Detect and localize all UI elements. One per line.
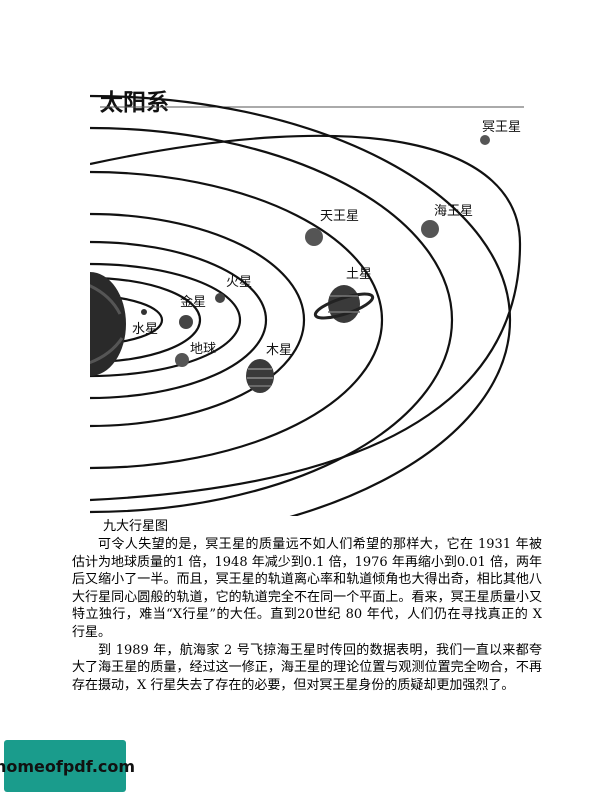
mars-icon xyxy=(215,293,225,303)
figure-caption: 九大行星图 xyxy=(103,519,169,534)
paragraph: 可令人失望的是，冥王星的质量远不如人们希望的那样大，它在 1931 年被估计为地… xyxy=(72,537,542,640)
solar-system-diagram: 太阳系 水星 金星 地球 火星 木星 土星 天王星 海王星 冥王星 xyxy=(90,90,524,516)
body-text: 可令人失望的是，冥王星的质量远不如人们希望的那样大，它在 1931 年被估计为地… xyxy=(72,536,542,694)
venus-icon xyxy=(179,315,193,329)
label-saturn: 土星 xyxy=(346,267,372,282)
label-neptune: 海王星 xyxy=(434,204,473,219)
label-jupiter: 木星 xyxy=(266,343,292,358)
orbit-uranus xyxy=(90,126,453,514)
pluto-icon xyxy=(480,135,490,145)
label-earth: 地球 xyxy=(190,342,216,357)
uranus-icon xyxy=(305,228,323,246)
mercury-icon xyxy=(141,309,147,315)
solar-system-figure: 太阳系 水星 金星 地球 火星 木星 土星 天王星 海王星 冥王星 xyxy=(90,84,524,516)
label-mars: 火星 xyxy=(226,275,252,290)
figure-title: 太阳系 xyxy=(100,90,169,116)
paragraph: 到 1989 年，航海家 2 号飞掠海王星时传回的数据表明，我们一直以来都夸大了… xyxy=(72,642,542,693)
label-pluto: 冥王星 xyxy=(482,120,521,135)
label-mercury: 水星 xyxy=(132,322,158,337)
orbit-neptune xyxy=(90,94,511,516)
neptune-icon xyxy=(421,220,439,238)
earth-icon xyxy=(175,353,189,367)
label-uranus: 天王星 xyxy=(320,209,359,224)
watermark-text: homeofpdf.com xyxy=(0,756,136,776)
watermark-badge[interactable]: homeofpdf.com xyxy=(0,740,135,792)
saturn-icon xyxy=(313,285,375,323)
label-venus: 金星 xyxy=(180,294,206,310)
jupiter-icon xyxy=(246,359,274,393)
